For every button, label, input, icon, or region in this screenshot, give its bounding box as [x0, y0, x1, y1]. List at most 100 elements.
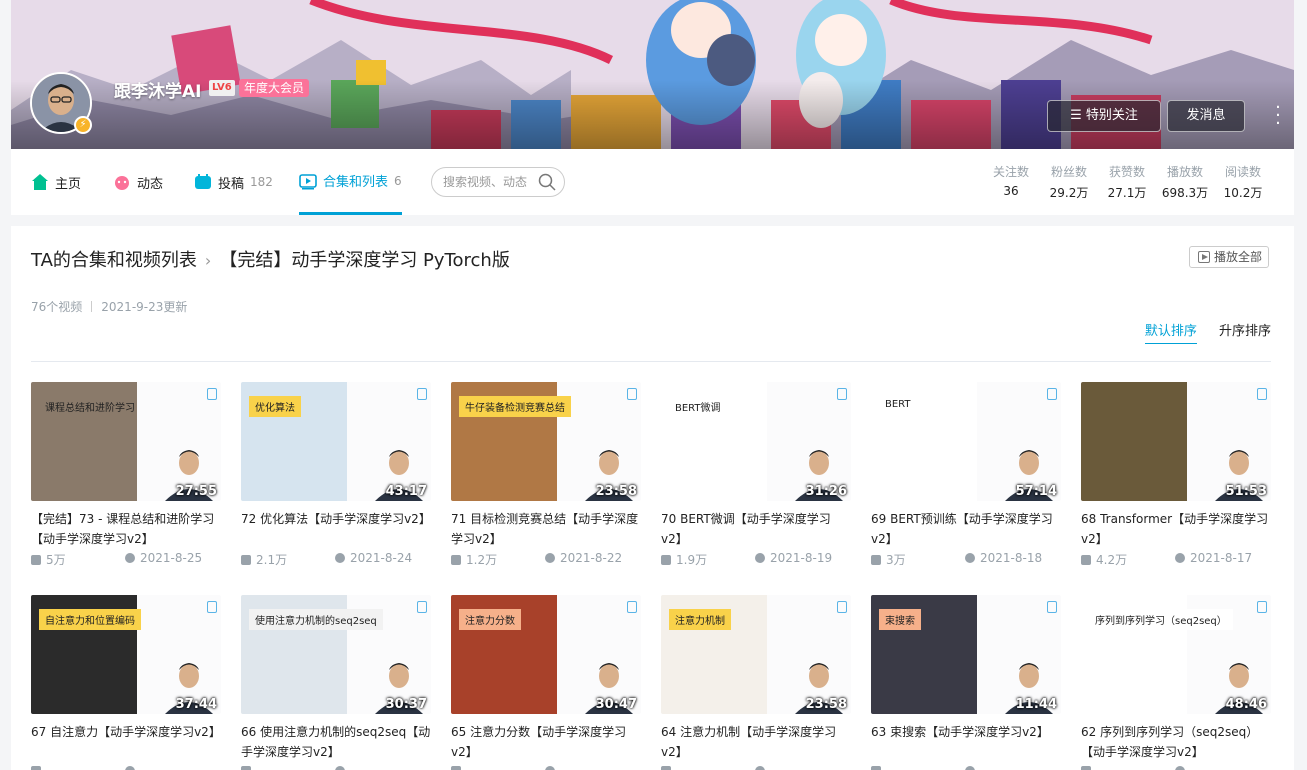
video-title[interactable]: 70 BERT微调【动手学深度学习v2】 [661, 509, 851, 549]
stat-value: 36 [1003, 184, 1019, 198]
tab-uploads[interactable]: 投稿 182 [194, 149, 273, 215]
sort-default-button[interactable]: 默认排序 [1144, 320, 1197, 344]
more-options-icon[interactable]: · · · [1273, 99, 1283, 133]
thumbnail-tag: 注意力机制 [669, 609, 731, 630]
special-follow-button[interactable]: ☰ 特别关注 [1047, 100, 1161, 132]
play-all-button[interactable]: 播放全部 [1189, 246, 1269, 268]
video-card[interactable]: 注意力机制 23:58 64 注意力机制【动手学深度学习v2】 [661, 595, 851, 770]
thumbnail-tag: 牛仔装备检测竞赛总结 [459, 396, 571, 417]
video-thumbnail[interactable]: 束搜索 11:44 [871, 595, 1061, 714]
view-count: 3万 [871, 551, 906, 568]
play-count-icon [1081, 766, 1091, 770]
video-card[interactable]: 课程总结和进阶学习 27:55 【完结】73 - 课程总结和进阶学习【动手学深度学习… [31, 382, 221, 569]
stat-value: 27.1万 [1107, 186, 1147, 200]
divider [31, 361, 1271, 362]
search-icon[interactable] [538, 173, 556, 191]
video-title[interactable]: 68 Transformer【动手学深度学习v2】 [1081, 509, 1271, 549]
video-title[interactable]: 66 使用注意力机制的seq2seq【动手学深度学习v2】 [241, 722, 431, 762]
tab-collections[interactable]: 合集和列表 6 [299, 149, 402, 215]
clock-icon [965, 766, 975, 770]
video-info: 1.2万 2021-8-22 [451, 551, 641, 569]
video-title[interactable]: 62 序列到序列学习（seq2seq）【动手学深度学习v2】 [1081, 722, 1271, 762]
play-count-icon [1081, 555, 1091, 565]
play-count-icon [451, 766, 461, 770]
view-count: 4.2万 [1081, 551, 1127, 568]
video-title[interactable]: 69 BERT预训练【动手学深度学习v2】 [871, 509, 1061, 549]
thumbnail-tag: 优化算法 [249, 396, 301, 417]
video-title[interactable]: 【完结】73 - 课程总结和进阶学习【动手学深度学习v2】 [31, 509, 221, 549]
space-search-input[interactable]: 搜索视频、动态 [431, 167, 565, 197]
publish-date: 2021-8-19 [755, 551, 832, 565]
collections-count: 6 [394, 173, 402, 188]
video-thumbnail[interactable]: 注意力机制 23:58 [661, 595, 851, 714]
play-count-icon [31, 555, 41, 565]
stat-fans[interactable]: 粉丝数 29.2万 [1040, 163, 1098, 201]
video-duration: 51:53 [1225, 484, 1267, 499]
tab-home[interactable]: 主页 [31, 149, 81, 215]
video-card[interactable]: 51:53 68 Transformer【动手学深度学习v2】 4.2万 2021-8… [1081, 382, 1271, 569]
video-card[interactable]: BERT 57:14 69 BERT预训练【动手学深度学习v2】 3万 2021-8-1… [871, 382, 1061, 569]
home-icon [32, 174, 48, 190]
stat-value: 698.3万 [1161, 186, 1209, 200]
breadcrumb-separator-icon: › [204, 251, 212, 270]
meta-divider [91, 301, 93, 312]
video-thumbnail[interactable]: 课程总结和进阶学习 27:55 [31, 382, 221, 501]
dynamic-icon [115, 176, 129, 190]
video-title[interactable]: 67 自注意力【动手学深度学习v2】 [31, 722, 221, 762]
breadcrumb-root[interactable]: TA的合集和视频列表 [31, 250, 197, 271]
clock-icon [1175, 553, 1185, 563]
tab-dynamic[interactable]: 动态 [113, 149, 163, 215]
video-duration: 23:58 [805, 697, 847, 712]
video-thumbnail[interactable]: 使用注意力机制的seq2seq 30:37 [241, 595, 431, 714]
send-message-button[interactable]: 发消息 [1167, 100, 1245, 132]
course-logo-icon [207, 388, 217, 400]
video-thumbnail[interactable]: 注意力分数 30:47 [451, 595, 641, 714]
publish-date [755, 764, 770, 770]
search-placeholder: 搜索视频、动态 [443, 175, 528, 189]
video-thumbnail[interactable]: BERT 57:14 [871, 382, 1061, 501]
video-title[interactable]: 72 优化算法【动手学深度学习v2】 [241, 509, 431, 549]
publish-date [545, 764, 560, 770]
view-count-value: 3万 [886, 553, 906, 567]
video-thumbnail[interactable]: 51:53 [1081, 382, 1271, 501]
uploads-icon [195, 174, 211, 189]
video-count: 76个视频 [31, 300, 83, 314]
video-thumbnail[interactable]: BERT微调 31:26 [661, 382, 851, 501]
video-title[interactable]: 63 束搜索【动手学深度学习v2】 [871, 722, 1061, 762]
updated-date: 2021-9-23更新 [101, 300, 188, 314]
play-count-icon [241, 555, 251, 565]
video-thumbnail[interactable]: 序列到序列学习（seq2seq） 48:46 [1081, 595, 1271, 714]
collection-panel: TA的合集和视频列表 › 【完结】动手学深度学习 PyTorch版 播放全部 76个… [11, 226, 1294, 770]
collections-icon [299, 173, 317, 189]
thumbnail-tag: 使用注意力机制的seq2seq [249, 609, 383, 630]
uploads-count: 182 [250, 175, 273, 189]
video-card[interactable]: 使用注意力机制的seq2seq 30:37 66 使用注意力机制的seq2seq【动… [241, 595, 431, 770]
video-card[interactable]: 序列到序列学习（seq2seq） 48:46 62 序列到序列学习（seq2seq）… [1081, 595, 1271, 770]
video-card[interactable]: 优化算法 43:17 72 优化算法【动手学深度学习v2】 2.1万 2021-8-24 [241, 382, 431, 569]
video-info: 2.1万 2021-8-24 [241, 551, 431, 569]
video-thumbnail[interactable]: 牛仔装备检测竞赛总结 23:58 [451, 382, 641, 501]
view-count-value: 1.9万 [676, 553, 708, 567]
video-title[interactable]: 65 注意力分数【动手学深度学习v2】 [451, 722, 641, 762]
video-card[interactable]: BERT微调 31:26 70 BERT微调【动手学深度学习v2】 1.9万 2021-… [661, 382, 851, 569]
video-card[interactable]: 自注意力和位置编码 37:44 67 自注意力【动手学深度学习v2】 [31, 595, 221, 770]
video-title[interactable]: 71 目标检测竞赛总结【动手学深度学习v2】 [451, 509, 641, 549]
publish-date [335, 764, 350, 770]
video-thumbnail[interactable]: 优化算法 43:17 [241, 382, 431, 501]
stat-following[interactable]: 关注数 36 [982, 163, 1040, 201]
sort-asc-button[interactable]: 升序排序 [1219, 320, 1271, 343]
stat-label: 获赞数 [1108, 165, 1145, 179]
video-thumbnail[interactable]: 自注意力和位置编码 37:44 [31, 595, 221, 714]
special-follow-label: 特别关注 [1085, 108, 1138, 123]
publish-date: 2021-8-22 [545, 551, 622, 565]
video-card[interactable]: 束搜索 11:44 63 束搜索【动手学深度学习v2】 [871, 595, 1061, 770]
video-title[interactable]: 64 注意力机制【动手学深度学习v2】 [661, 722, 851, 762]
video-info [871, 764, 1061, 770]
video-card[interactable]: 牛仔装备检测竞赛总结 23:58 71 目标检测竞赛总结【动手学深度学习v2】 1.2… [451, 382, 641, 569]
course-logo-icon [207, 601, 217, 613]
video-card[interactable]: 注意力分数 30:47 65 注意力分数【动手学深度学习v2】 [451, 595, 641, 770]
course-logo-icon [627, 388, 637, 400]
user-stats: 关注数 36 粉丝数 29.2万 获赞数 27.1万 播放数 698.3万 阅读数 10.… [982, 163, 1272, 201]
video-duration: 30:47 [595, 697, 637, 712]
play-icon [1198, 251, 1210, 263]
